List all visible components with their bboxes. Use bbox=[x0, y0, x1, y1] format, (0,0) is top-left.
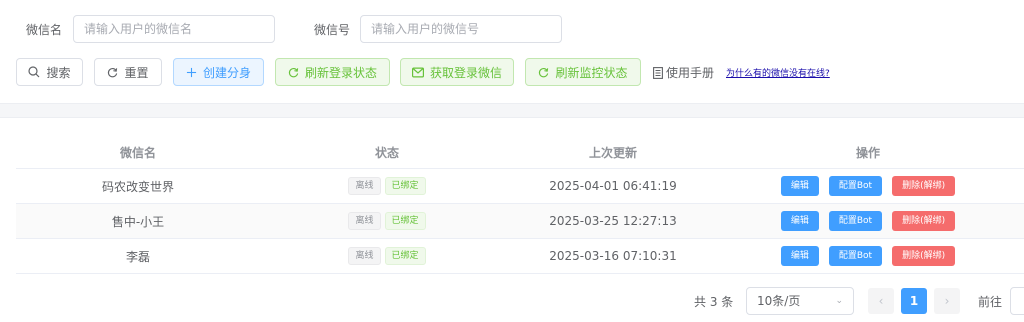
get-login-wechat-button[interactable]: 获取登录微信 bbox=[400, 58, 514, 86]
cell-status: 离线 已绑定 bbox=[260, 177, 514, 195]
search-button-label: 搜索 bbox=[46, 65, 71, 80]
table-row: 李磊 离线 已绑定 2025-03-16 07:10:31 编辑 配置Bot 删… bbox=[16, 239, 1024, 274]
user-manual[interactable]: 使用手册 bbox=[653, 64, 714, 81]
cell-updated: 2025-03-25 12:27:13 bbox=[549, 214, 677, 228]
refresh-monitor-button[interactable]: 刷新监控状态 bbox=[525, 58, 641, 86]
total-count: 共 3 条 bbox=[694, 295, 734, 309]
section-divider bbox=[0, 103, 1024, 118]
next-page-button[interactable]: › bbox=[934, 288, 960, 314]
config-bot-button[interactable]: 配置Bot bbox=[828, 211, 883, 231]
refresh-icon bbox=[108, 67, 118, 77]
wechat-name-input[interactable] bbox=[73, 15, 275, 43]
column-header-status: 状态 bbox=[374, 145, 399, 160]
cell-wechat-name: 售中-小王 bbox=[111, 214, 165, 229]
edit-button[interactable]: 编辑 bbox=[780, 176, 819, 196]
wechat-id-label: 微信号 bbox=[314, 23, 351, 37]
table-header: 微信名 状态 上次更新 操作 bbox=[16, 136, 1024, 169]
wechat-table: 微信名 状态 上次更新 操作 码农改变世界 离线 已绑定 2025-04-01 … bbox=[16, 136, 1024, 274]
wechat-id-input[interactable] bbox=[360, 15, 562, 43]
create-clone-button[interactable]: 创建分身 bbox=[173, 58, 264, 86]
refresh-monitor-button-label: 刷新监控状态 bbox=[555, 65, 628, 80]
cell-actions: 编辑 配置Bot 删除(解绑) bbox=[712, 176, 1024, 196]
cell-status: 离线 已绑定 bbox=[260, 247, 514, 265]
offline-tag: 离线 bbox=[348, 177, 381, 195]
search-button[interactable]: 搜索 bbox=[16, 58, 83, 86]
goto-label: 前往 bbox=[978, 295, 1003, 309]
cell-updated: 2025-04-01 06:41:19 bbox=[549, 179, 677, 193]
bound-tag: 已绑定 bbox=[384, 212, 426, 230]
cell-actions: 编辑 配置Bot 删除(解绑) bbox=[712, 246, 1024, 266]
cell-actions: 编辑 配置Bot 删除(解绑) bbox=[712, 211, 1024, 231]
cell-updated: 2025-03-16 07:10:31 bbox=[549, 249, 677, 263]
plus-icon bbox=[186, 67, 197, 77]
page-size-select[interactable]: 10条/页 ⌄ bbox=[746, 287, 854, 315]
reset-button[interactable]: 重置 bbox=[94, 58, 162, 86]
pagination: 共 3 条 10条/页 ⌄ ‹ 1 › 前往 bbox=[0, 287, 1024, 315]
refresh-icon bbox=[288, 67, 299, 77]
get-login-wechat-button-label: 获取登录微信 bbox=[429, 65, 502, 80]
delete-unbind-button[interactable]: 删除(解绑) bbox=[892, 246, 956, 266]
config-bot-button[interactable]: 配置Bot bbox=[828, 246, 883, 266]
document-icon bbox=[653, 66, 663, 79]
column-header-actions: 操作 bbox=[855, 145, 880, 160]
reset-button-label: 重置 bbox=[124, 65, 149, 80]
prev-page-button[interactable]: ‹ bbox=[868, 288, 894, 314]
create-clone-button-label: 创建分身 bbox=[202, 65, 251, 80]
search-icon bbox=[28, 66, 40, 78]
table-row: 码农改变世界 离线 已绑定 2025-04-01 06:41:19 编辑 配置B… bbox=[16, 169, 1024, 204]
offline-tag: 离线 bbox=[348, 212, 381, 230]
page-number-button[interactable]: 1 bbox=[901, 288, 927, 314]
table-row: 售中-小王 离线 已绑定 2025-03-25 12:27:13 编辑 配置Bo… bbox=[16, 204, 1024, 239]
filter-row: 微信名 微信号 bbox=[0, 15, 1024, 43]
chevron-down-icon: ⌄ bbox=[835, 296, 843, 306]
wechat-name-label: 微信名 bbox=[26, 23, 63, 37]
column-header-name: 微信名 bbox=[119, 145, 156, 160]
refresh-login-button-label: 刷新登录状态 bbox=[304, 65, 377, 80]
delete-unbind-button[interactable]: 删除(解绑) bbox=[892, 211, 956, 231]
page-size-value: 10条/页 bbox=[757, 294, 801, 308]
edit-button[interactable]: 编辑 bbox=[780, 211, 819, 231]
delete-unbind-button[interactable]: 删除(解绑) bbox=[892, 176, 956, 196]
cell-status: 离线 已绑定 bbox=[260, 212, 514, 230]
refresh-login-button[interactable]: 刷新登录状态 bbox=[275, 58, 390, 86]
faq-link[interactable]: 为什么有的微信没有在线? bbox=[726, 66, 830, 79]
user-manual-label: 使用手册 bbox=[666, 66, 715, 80]
mail-icon bbox=[411, 67, 424, 77]
config-bot-button[interactable]: 配置Bot bbox=[828, 176, 883, 196]
column-header-updated: 上次更新 bbox=[588, 145, 637, 160]
cell-wechat-name: 李磊 bbox=[125, 249, 150, 264]
refresh-icon bbox=[539, 67, 549, 77]
offline-tag: 离线 bbox=[348, 247, 381, 265]
goto-page-input[interactable] bbox=[1010, 287, 1024, 315]
edit-button[interactable]: 编辑 bbox=[780, 246, 819, 266]
bound-tag: 已绑定 bbox=[384, 247, 426, 265]
cell-wechat-name: 码农改变世界 bbox=[101, 179, 174, 194]
bound-tag: 已绑定 bbox=[384, 177, 426, 195]
